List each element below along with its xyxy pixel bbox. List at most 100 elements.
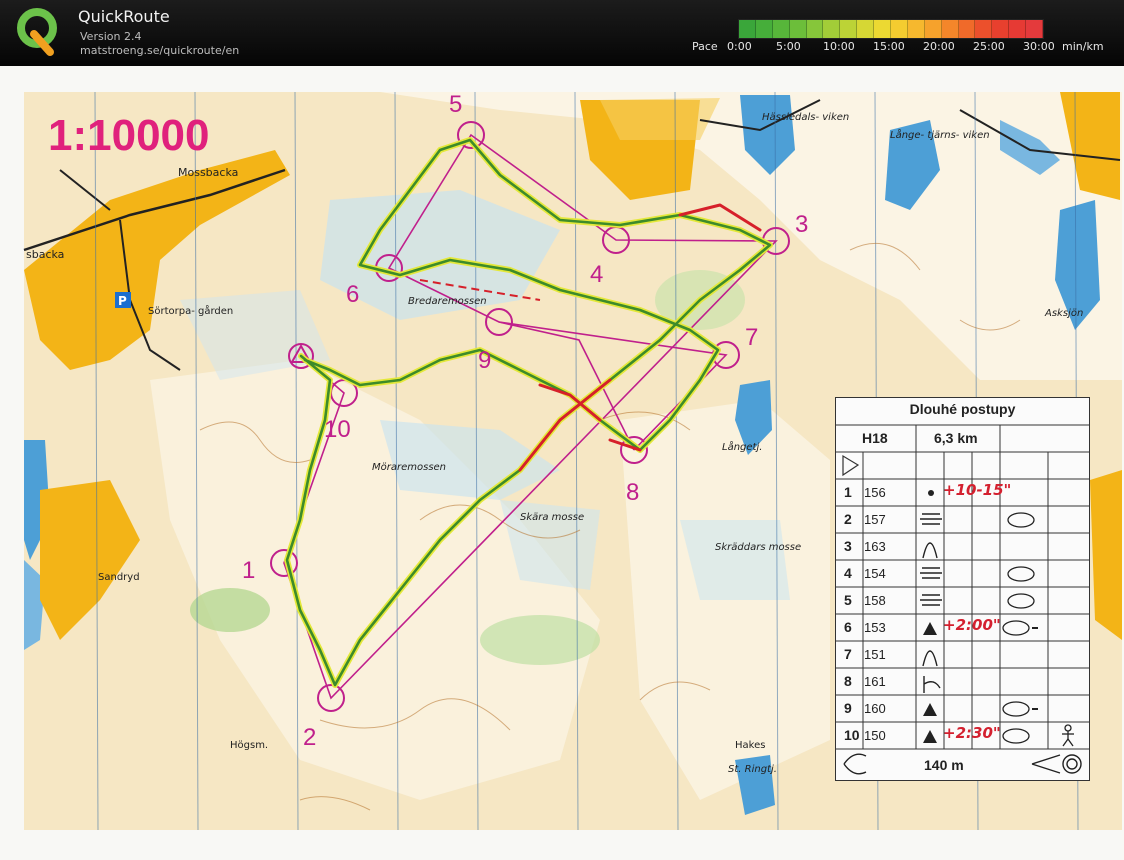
- pace-tick: 25:00: [973, 40, 1005, 53]
- place-name: sbacka: [26, 248, 64, 261]
- control-number: 3: [795, 211, 808, 238]
- start-triangle-icon: [842, 454, 860, 477]
- pace-color-cell: [958, 20, 976, 38]
- place-name: Asksjön: [1044, 308, 1083, 319]
- pace-color-cell: [772, 20, 790, 38]
- legend-row-note: +2:00": [943, 616, 1001, 634]
- pace-color-cell: [941, 20, 959, 38]
- legend-row: 10 150 +2:30": [836, 722, 1089, 749]
- pace-color-cell: [891, 20, 908, 38]
- pace-color-cell: [857, 20, 875, 38]
- pace-color-cell: [907, 20, 925, 38]
- legend-row: 3 163: [836, 533, 1089, 560]
- legend-row-code: 161: [864, 674, 886, 689]
- legend-length: 6,3 km: [934, 430, 978, 446]
- pace-color-cell: [806, 20, 824, 38]
- pace-color-cell: [823, 20, 841, 38]
- legend-row: 4 154: [836, 560, 1089, 587]
- legend-row-number: 1: [844, 484, 852, 500]
- legend-row-code: 151: [864, 647, 886, 662]
- app-url: matstroeng.se/quickroute/en: [80, 44, 240, 57]
- pace-color-scale: [738, 19, 1044, 39]
- legend-row: 7 151: [836, 641, 1089, 668]
- place-name: Möraremossen: [372, 462, 446, 473]
- legend-row-number: 5: [844, 592, 852, 608]
- control-description-sheet: Dlouhé postupy H18 6,3 km 1 156 +10-15" …: [835, 397, 1090, 781]
- finish-circle-icon: [1062, 754, 1082, 774]
- place-name: Hakes: [735, 740, 765, 751]
- parking-label: P: [118, 294, 127, 308]
- legend-row: 1 156 +10-15": [836, 479, 1089, 506]
- legend-row-code: 150: [864, 728, 886, 743]
- app-header: QuickRoute Version 2.4 matstroeng.se/qui…: [0, 0, 1124, 66]
- pace-color-cell: [1026, 20, 1044, 38]
- place-name: Bredaremossen: [408, 296, 487, 307]
- legend-row-note: +10-15": [943, 481, 1012, 499]
- control-number: 6: [346, 281, 359, 308]
- legend-row: 5 158: [836, 587, 1089, 614]
- legend-row-number: 8: [844, 673, 852, 689]
- control-number: 8: [626, 479, 639, 506]
- place-name: Sörtorpa- gården: [148, 304, 233, 317]
- legend-row: 9 160: [836, 695, 1089, 722]
- legend-title: Dlouhé postupy: [909, 401, 1016, 417]
- pace-color-cell: [739, 20, 756, 38]
- legend-row-number: 10: [844, 727, 860, 743]
- legend-row-code: 160: [864, 701, 886, 716]
- place-name: Sandryd: [98, 572, 140, 583]
- pace-color-cell: [975, 20, 993, 38]
- pace-tick: 0:00: [727, 40, 752, 53]
- pace-color-cell: [840, 20, 858, 38]
- legend-row-number: 9: [844, 700, 852, 716]
- pace-tick: 20:00: [923, 40, 955, 53]
- legend-row-code: 157: [864, 512, 886, 527]
- place-name: Skräddars mosse: [715, 542, 801, 553]
- control-number: 5: [449, 91, 462, 118]
- legend-row-code: 153: [864, 620, 886, 635]
- pace-color-cell: [924, 20, 942, 38]
- legend-class: H18: [862, 430, 888, 446]
- legend-row-code: 163: [864, 539, 886, 554]
- place-name: Långetj.: [722, 440, 762, 453]
- map-scale-text: 1:10000: [48, 111, 209, 160]
- control-number: 9: [478, 347, 491, 374]
- place-name: Långe- tjärns- viken: [890, 128, 990, 141]
- funnel-icon: [1031, 754, 1061, 774]
- legend-row: 2 157: [836, 506, 1089, 533]
- finish-distance: 140 m: [924, 757, 964, 773]
- legend-row: 6 153 +2:00": [836, 614, 1089, 641]
- map-view[interactable]: 1:10000 Mossbacka sbacka Sörtorpa- gårde…: [0, 66, 1124, 860]
- legend-row-number: 2: [844, 511, 852, 527]
- legend-row: 8 161: [836, 668, 1089, 695]
- place-name: Skära mosse: [520, 512, 584, 523]
- place-name: Hässledals- viken: [762, 112, 849, 123]
- control-number: 7: [745, 324, 758, 351]
- pace-tick: 5:00: [776, 40, 801, 53]
- legend-row-number: 3: [844, 538, 852, 554]
- pace-color-cell: [874, 20, 892, 38]
- finish-from-icon: [843, 753, 867, 775]
- pace-tick: 10:00: [823, 40, 855, 53]
- legend-row-code: 158: [864, 593, 886, 608]
- pace-color-cell: [755, 20, 773, 38]
- place-name: Högsm.: [230, 740, 268, 751]
- pace-color-cell: [992, 20, 1010, 38]
- pace-color-cell: [1009, 20, 1027, 38]
- control-number: 4: [590, 261, 603, 288]
- place-name: Mossbacka: [178, 166, 238, 179]
- legend-row-note: +2:30": [943, 724, 1001, 742]
- legend-row-number: 4: [844, 565, 852, 581]
- control-number: 2: [303, 724, 316, 751]
- control-number: 10: [324, 416, 351, 443]
- quickroute-logo-icon: [17, 8, 57, 56]
- control-number: 1: [242, 557, 255, 584]
- legend-row-code: 156: [864, 485, 886, 500]
- legend-row-number: 7: [844, 646, 852, 662]
- pace-color-cell: [789, 20, 807, 38]
- place-name: St. Ringtj.: [728, 764, 777, 775]
- pace-tick: 30:00: [1023, 40, 1055, 53]
- app-version: Version 2.4: [80, 30, 142, 43]
- legend-row-number: 6: [844, 619, 852, 635]
- legend-row-code: 154: [864, 566, 886, 581]
- pace-tick: 15:00: [873, 40, 905, 53]
